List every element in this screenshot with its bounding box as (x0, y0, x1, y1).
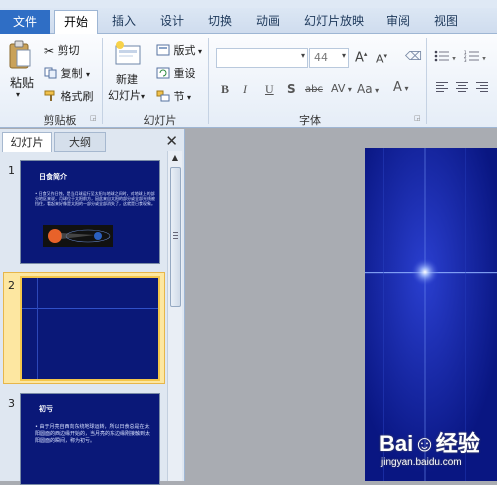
shrink-font-button[interactable]: A▾ (376, 52, 387, 66)
tab-view[interactable]: 视图 (426, 10, 466, 34)
layout-icon (156, 44, 170, 59)
tab-file[interactable]: 文件 (0, 10, 50, 34)
slide-number: 3 (8, 397, 15, 410)
slide-number: 2 (8, 279, 15, 292)
quick-access-toolbar (0, 0, 497, 8)
font-name-field[interactable]: ▾ (216, 48, 308, 68)
tab-home[interactable]: 开始 (54, 10, 98, 35)
watermark-logo: Bai☺经验 (379, 431, 480, 456)
svg-text:3: 3 (464, 58, 467, 62)
text-shadow-button[interactable]: S (287, 82, 296, 96)
font-name-dropdown-icon[interactable]: ▾ (301, 51, 305, 60)
new-slide-icon[interactable] (114, 40, 142, 71)
clipboard-group-label: 剪贴板 (43, 114, 77, 127)
slide-thumbnail-2[interactable] (20, 276, 160, 381)
section-dropdown-icon: ▾ (184, 93, 192, 102)
font-size-value: 44 (314, 51, 328, 64)
align-right-icon[interactable] (476, 82, 488, 95)
align-left-icon[interactable] (436, 82, 448, 95)
tab-transitions[interactable]: 切换 (200, 10, 240, 34)
ribbon: 粘贴 ▾ ✂ 剪切 复制 ▾ 格式刷 剪贴板 ◲ 新建 幻灯片▾ 版式 ▾ 重设… (0, 34, 497, 128)
strikethrough-button[interactable]: abc (305, 84, 323, 95)
slides-group-label: 幻灯片 (143, 114, 177, 127)
copy-dropdown-icon[interactable]: ▾ (86, 70, 90, 79)
thumb-light-line (22, 308, 158, 309)
reset-button[interactable]: 重设 (156, 65, 196, 82)
watermark-url: jingyan.baidu.com (381, 457, 462, 468)
underline-button[interactable]: U (265, 82, 274, 97)
bullets-icon (434, 50, 450, 65)
slide-thumbnail-1[interactable]: 日食简介 • 日食又作日蚀，是当月球运行至太阳与地球之间时，对地球上的部分地区来… (20, 160, 160, 264)
tab-slides[interactable]: 幻灯片 (2, 132, 52, 152)
bold-button[interactable]: B (221, 82, 229, 97)
layout-dropdown-icon: ▾ (195, 47, 203, 56)
panel-scrollbar[interactable]: ▲ (167, 151, 182, 481)
reset-icon (156, 67, 170, 82)
grow-font-button[interactable]: A▴ (355, 50, 367, 65)
tab-design[interactable]: 设计 (152, 10, 192, 34)
tab-slideshow[interactable]: 幻灯片放映 (298, 10, 370, 34)
group-separator (208, 38, 209, 124)
slide-title: 初亏 (39, 405, 53, 413)
tab-insert[interactable]: 插入 (104, 10, 144, 34)
format-painter-label: 格式刷 (60, 90, 94, 103)
font-color-button[interactable]: A ▾ (393, 80, 408, 95)
numbering-button[interactable]: 123 ▾ (464, 50, 486, 65)
close-panel-icon[interactable]: ✕ (165, 132, 178, 150)
slide-title: 日食简介 (39, 173, 67, 181)
section-label: 节 (173, 90, 185, 103)
new-slide-dropdown-icon[interactable]: ▾ (141, 92, 145, 101)
new-slide-label-line1[interactable]: 新建 (116, 71, 138, 87)
eclipse-image (43, 225, 113, 247)
group-separator (426, 38, 427, 124)
copy-button[interactable]: 复制 ▾ (44, 65, 90, 82)
slide-body-text: • 日食又作日蚀，是当月球运行至太阳与地球之间时，对地球上的部分地区来说，月球位… (35, 191, 155, 206)
new-slide-label-line2: 幻灯片 (108, 89, 141, 102)
layout-label: 版式 (173, 44, 196, 57)
group-separator (102, 38, 103, 124)
clipboard-launcher-icon[interactable]: ◲ (90, 114, 97, 122)
char-spacing-button[interactable]: AV ▾ (331, 82, 352, 95)
reset-label: 重设 (173, 67, 196, 80)
scissors-icon: ✂ (44, 44, 55, 58)
layout-button[interactable]: 版式 ▾ (156, 42, 202, 59)
tab-animations[interactable]: 动画 (248, 10, 288, 34)
align-center-icon[interactable] (456, 82, 468, 95)
copy-label: 复制 (60, 67, 83, 80)
font-launcher-icon[interactable]: ◲ (414, 114, 421, 122)
thumb-light-line (37, 278, 38, 379)
ribbon-tab-bar: 文件 开始 插入 设计 切换 动画 幻灯片放映 审阅 视图 (0, 8, 497, 35)
font-size-dropdown-icon[interactable]: ▾ (342, 51, 346, 60)
paste-icon[interactable] (8, 40, 32, 73)
slide-thumbnail-panel: 幻灯片 大纲 ✕ 1 日食简介 • 日食又作日蚀，是当月球运行至太阳与地球之间时… (0, 129, 185, 485)
clear-format-icon[interactable]: ⌫ (405, 49, 422, 63)
font-size-field[interactable]: 44 ▾ (309, 48, 349, 68)
change-case-button[interactable]: Aa ▾ (357, 82, 379, 96)
format-painter-button[interactable]: 格式刷 (44, 88, 94, 105)
slide-thumbnail-3[interactable]: 初亏 • 由于月亮自西向东绕地球运转，所以日食总是在太阳圆面的西边缘开始的，当月… (20, 393, 160, 485)
cut-label: 剪切 (57, 44, 80, 57)
bullets-button[interactable]: ▾ (434, 50, 456, 65)
tab-review[interactable]: 审阅 (378, 10, 418, 34)
font-group-label: 字体 (299, 114, 321, 127)
section-button[interactable]: 节 ▾ (156, 88, 191, 105)
italic-button[interactable]: I (243, 82, 247, 97)
scroll-up-icon[interactable]: ▲ (170, 153, 180, 163)
paste-dropdown-icon[interactable]: ▾ (16, 90, 20, 99)
copy-icon (44, 67, 57, 82)
numbering-icon: 123 (464, 50, 480, 65)
scroll-thumb[interactable] (170, 167, 181, 307)
cut-button[interactable]: ✂ 剪切 (44, 42, 80, 58)
slide-body-text: • 由于月亮自西向东绕地球运转，所以日食总是在太阳圆面的西边缘开始的，当月亮的东… (35, 424, 151, 444)
tab-outline[interactable]: 大纲 (54, 132, 106, 152)
slide-number: 1 (8, 164, 15, 177)
new-slide-button[interactable]: 幻灯片▾ (108, 87, 145, 103)
brush-icon (44, 90, 57, 105)
section-icon (156, 90, 170, 105)
paste-button[interactable]: 粘贴 (10, 74, 34, 91)
